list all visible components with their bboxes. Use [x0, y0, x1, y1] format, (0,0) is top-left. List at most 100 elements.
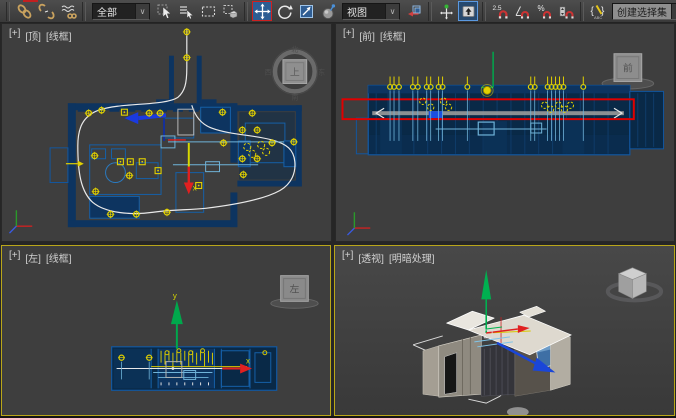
- chevron-down-icon[interactable]: ∨: [385, 4, 399, 19]
- braces-pencil-icon: { } ABC: [590, 3, 607, 20]
- percent-snap-toggle-button[interactable]: %: [534, 1, 554, 21]
- top-viewport-scene: 上 北 南 东 西: [2, 24, 331, 241]
- world-axis-tripod: [347, 212, 370, 235]
- reference-coordinate-dropdown[interactable]: 视图 ∨: [342, 3, 400, 20]
- viewcube-front[interactable]: 前: [602, 54, 654, 89]
- chevron-down-icon[interactable]: ∨: [671, 4, 676, 19]
- viewport-menu-button[interactable]: [+]: [9, 28, 20, 43]
- toolbar-separator: [428, 2, 432, 21]
- main-toolbar: 全部 ∨: [0, 0, 676, 23]
- viewport-perspective-label: [+] [透视] [明暗处理]: [342, 250, 435, 265]
- toolbar-separator: [482, 2, 486, 21]
- link-icon: [16, 3, 33, 20]
- viewport-left[interactable]: [+] [左] [线框] 左: [1, 245, 331, 416]
- unlink-selection-button[interactable]: [36, 1, 56, 21]
- svg-text:前: 前: [623, 62, 633, 75]
- angle-snap-toggle-button[interactable]: [512, 1, 532, 21]
- svg-text:西: 西: [265, 69, 272, 77]
- place-pin-icon: [320, 3, 337, 20]
- rotate-icon: [276, 3, 293, 20]
- dashed-rectangle-icon: [200, 3, 217, 20]
- scale-icon: [298, 3, 315, 20]
- 3dsmax-window: 全部 ∨: [0, 0, 676, 418]
- viewport-menu-button[interactable]: [+]: [343, 28, 354, 43]
- edit-named-selection-sets-button[interactable]: { } ABC: [588, 1, 608, 21]
- spinner-snap-toggle-button[interactable]: [556, 1, 576, 21]
- viewport-front[interactable]: [+] [前] [线框] 前: [335, 23, 675, 242]
- toolbar-separator: [82, 2, 86, 21]
- selection-filter-value: 全部: [93, 4, 135, 19]
- perspective-viewport-scene: [335, 246, 674, 415]
- use-pivot-point-center-button[interactable]: [404, 1, 424, 21]
- toolbar-separator: [244, 2, 248, 21]
- svg-text:y: y: [173, 291, 177, 300]
- select-and-move-button[interactable]: [252, 1, 272, 21]
- svg-text:南: 南: [291, 92, 298, 101]
- viewport-shading-button[interactable]: [线框]: [46, 250, 72, 265]
- window-crossing-icon: [222, 3, 239, 20]
- list-cursor-icon: [178, 3, 195, 20]
- select-by-name-button[interactable]: [176, 1, 196, 21]
- viewport-menu-button[interactable]: [+]: [9, 250, 20, 265]
- ground-object: [507, 407, 529, 415]
- selection-filter-dropdown[interactable]: 全部 ∨: [92, 3, 150, 20]
- svg-text:东: 东: [318, 68, 325, 77]
- viewport-pov-button[interactable]: [顶]: [25, 28, 41, 43]
- viewport-shading-button[interactable]: [线框]: [380, 28, 406, 43]
- manipulate-icon: [438, 3, 455, 20]
- select-object-button[interactable]: [154, 1, 174, 21]
- viewport-shading-button[interactable]: [线框]: [46, 28, 72, 43]
- svg-text:2.5: 2.5: [492, 5, 501, 12]
- spinner-snap-magnet-icon: [558, 3, 575, 20]
- viewport-top[interactable]: [+] [顶] [线框] 上 北 南 东 西: [1, 23, 332, 242]
- angle-snap-magnet-icon: [514, 3, 531, 20]
- select-and-place-button[interactable]: [318, 1, 338, 21]
- select-and-link-button[interactable]: [14, 1, 34, 21]
- svg-text:北: 北: [291, 46, 298, 54]
- front-viewport-scene: 前: [336, 24, 674, 241]
- viewport-pov-button[interactable]: [左]: [25, 250, 41, 265]
- keyboard-shortcut-override-button[interactable]: [458, 1, 478, 21]
- move-arrows-icon: [254, 3, 271, 20]
- viewport-front-label: [+] [前] [线框]: [343, 28, 406, 43]
- selected-light-gizmo[interactable]: [481, 52, 493, 97]
- viewport-pov-button[interactable]: [前]: [359, 28, 375, 43]
- select-and-rotate-button[interactable]: [274, 1, 294, 21]
- viewport-top-label: [+] [顶] [线框]: [9, 28, 72, 43]
- select-and-scale-button[interactable]: [296, 1, 316, 21]
- svg-text:上: 上: [290, 67, 300, 79]
- named-selection-set-dropdown[interactable]: 创建选择集 ∨: [612, 3, 676, 20]
- space-warp-icon: [60, 3, 77, 20]
- snap-toggle-25-button[interactable]: 2.5: [490, 1, 510, 21]
- pivot-center-icon: [406, 3, 423, 20]
- world-axis-tripod: [9, 210, 32, 233]
- left-viewport-scene: 左: [2, 246, 330, 415]
- reference-coordinate-value: 视图: [343, 4, 385, 19]
- chevron-down-icon[interactable]: ∨: [135, 4, 149, 19]
- viewport-menu-button[interactable]: [+]: [342, 250, 353, 265]
- viewport-perspective[interactable]: [+] [透视] [明暗处理]: [334, 245, 675, 416]
- cursor-icon: [156, 3, 173, 20]
- svg-text:左: 左: [290, 282, 300, 295]
- named-selection-set-value: 创建选择集: [613, 4, 671, 19]
- viewcube-top[interactable]: 上 北 南 东 西: [265, 46, 326, 102]
- percent-snap-magnet-icon: %: [536, 3, 553, 20]
- toolbar-separator: [580, 2, 584, 21]
- window-crossing-toggle-button[interactable]: [220, 1, 240, 21]
- broken-link-icon: [38, 3, 55, 20]
- shaded-building-model[interactable]: [423, 306, 571, 397]
- svg-text:ABC: ABC: [594, 15, 602, 20]
- snap-25-magnet-icon: 2.5: [492, 3, 509, 20]
- keycap-up-arrow-icon: [460, 3, 477, 20]
- svg-text:x: x: [246, 357, 250, 366]
- viewcube-perspective[interactable]: [608, 268, 661, 301]
- select-and-manipulate-button[interactable]: [436, 1, 456, 21]
- clipped-icon-fragment: [23, 0, 38, 2]
- viewport-shading-button[interactable]: [明暗处理]: [389, 250, 435, 265]
- viewport-pov-button[interactable]: [透视]: [358, 250, 384, 265]
- rectangular-selection-region-button[interactable]: [198, 1, 218, 21]
- viewcube-left[interactable]: 左: [271, 276, 318, 309]
- viewport-left-label: [+] [左] [线框]: [9, 250, 72, 265]
- bind-to-space-warp-button[interactable]: [58, 1, 78, 21]
- svg-text:%: %: [537, 4, 544, 13]
